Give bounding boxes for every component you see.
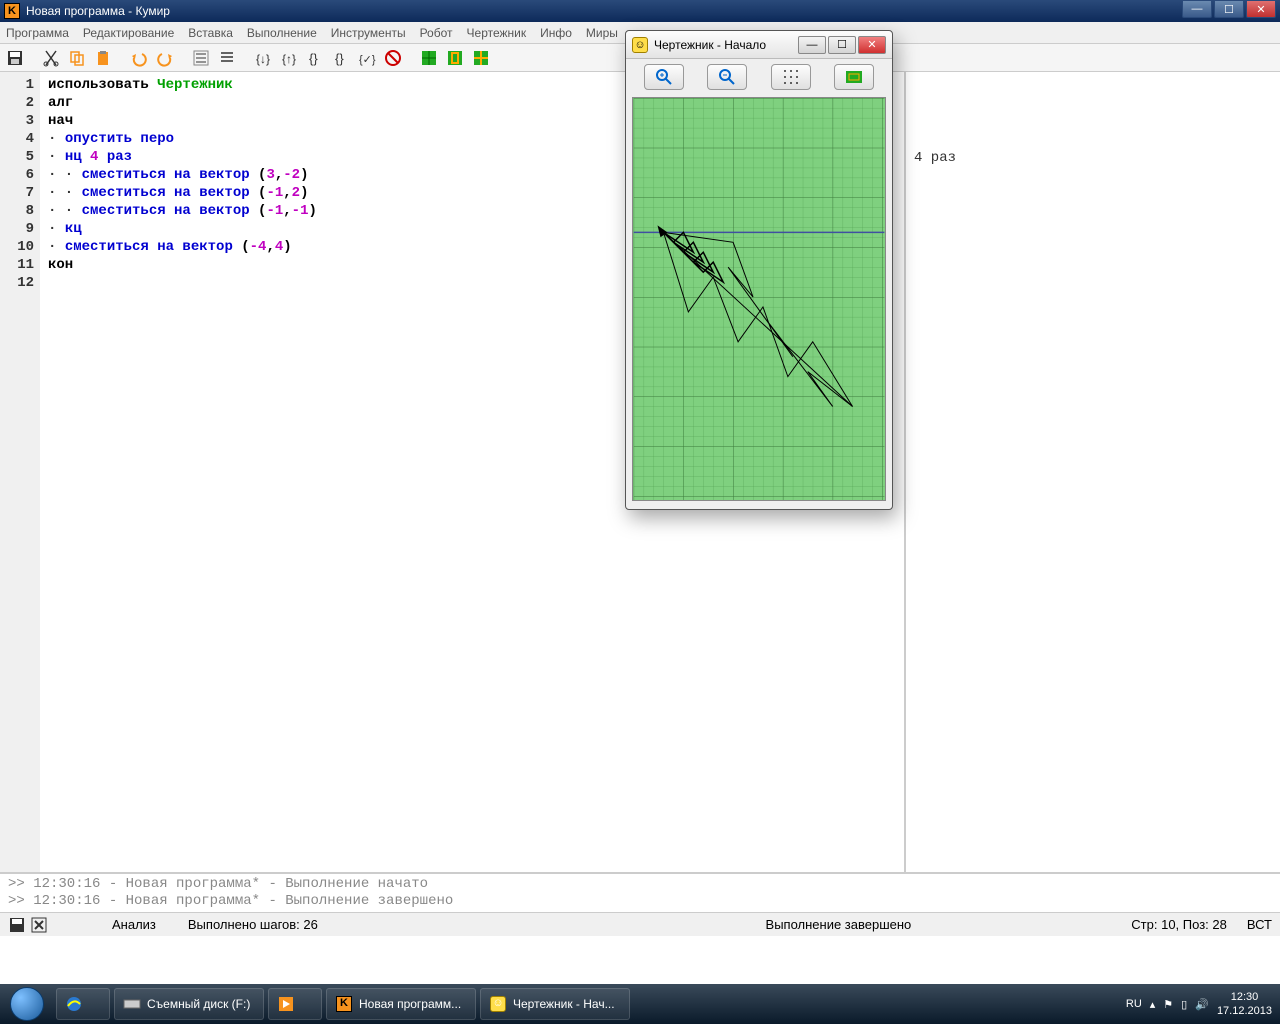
svg-text:{✓}: {✓} — [359, 54, 376, 66]
menu-info[interactable]: Инфо — [540, 26, 572, 40]
menu-drafter[interactable]: Чертежник — [467, 26, 527, 40]
drafter-toolbar — [626, 59, 892, 95]
status-insert: ВСТ — [1247, 917, 1272, 932]
minimize-button[interactable]: — — [1182, 0, 1212, 18]
zoom-in-icon[interactable] — [644, 64, 684, 90]
side-panel: 4 раз — [906, 72, 1280, 872]
grid-quad-icon[interactable] — [470, 47, 492, 69]
status-save-icon[interactable] — [8, 916, 26, 934]
menu-edit[interactable]: Редактирование — [83, 26, 174, 40]
task-drafter[interactable]: ☺ Чертежник - Нач... — [480, 988, 630, 1020]
svg-text:{}: {} — [335, 51, 344, 66]
save-icon[interactable] — [4, 47, 26, 69]
stop-icon[interactable] — [382, 47, 404, 69]
drafter-titlebar[interactable]: ☺ Чертежник - Начало — ☐ ✕ — [626, 31, 892, 59]
grid-dots-icon[interactable] — [771, 64, 811, 90]
menu-worlds[interactable]: Миры — [586, 26, 618, 40]
zoom-out-icon[interactable] — [707, 64, 747, 90]
grid-green-icon[interactable] — [418, 47, 440, 69]
system-tray: RU ▴ ⚑ ▯ 🔊 12:30 17.12.2013 — [1118, 990, 1280, 1018]
drafter-close-button[interactable]: ✕ — [858, 36, 886, 54]
statusbar: Анализ Выполнено шагов: 26 Выполнение за… — [0, 912, 1280, 936]
start-button[interactable] — [0, 984, 54, 1024]
window-title: Новая программа - Кумир — [26, 4, 170, 18]
status-analysis: Анализ — [112, 917, 156, 932]
run-alt-icon[interactable]: {} — [330, 47, 352, 69]
drafter-icon: ☺ — [632, 37, 648, 53]
close-button[interactable]: ✕ — [1246, 0, 1276, 18]
task-removable-disk[interactable]: Съемный диск (F:) — [114, 988, 264, 1020]
algorithm-icon[interactable] — [190, 47, 212, 69]
menu-tools[interactable]: Инструменты — [331, 26, 406, 40]
side-output: 4 раз — [914, 150, 1272, 166]
step-out-icon[interactable]: {↑} — [278, 47, 300, 69]
fit-view-icon[interactable] — [834, 64, 874, 90]
status-cursor: Стр: 10, Поз: 28 — [1131, 917, 1227, 932]
cut-icon[interactable] — [40, 47, 62, 69]
drafter-maximize-button[interactable]: ☐ — [828, 36, 856, 54]
copy-icon[interactable] — [66, 47, 88, 69]
run-icon[interactable]: {} — [304, 47, 326, 69]
check-brackets-icon[interactable]: {✓} — [356, 47, 378, 69]
step-in-icon[interactable]: {↓} — [252, 47, 274, 69]
grid-frame-icon[interactable] — [444, 47, 466, 69]
svg-text:{}: {} — [309, 51, 318, 66]
drive-icon — [123, 995, 141, 1013]
tray-lang[interactable]: RU — [1126, 998, 1142, 1010]
drafter-task-icon: ☺ — [489, 995, 507, 1013]
menu-robot[interactable]: Робот — [420, 26, 453, 40]
line-gutter: 123456789101112 — [0, 72, 40, 872]
svg-text:{↓}: {↓} — [256, 52, 270, 66]
drafter-canvas[interactable] — [632, 97, 886, 501]
menu-insert[interactable]: Вставка — [188, 26, 233, 40]
task-media[interactable] — [268, 988, 322, 1020]
tray-battery-icon[interactable]: ▯ — [1181, 998, 1187, 1011]
window-titlebar: K Новая программа - Кумир — ☐ ✕ — [0, 0, 1280, 22]
drafter-window[interactable]: ☺ Чертежник - Начало — ☐ ✕ — [625, 30, 893, 510]
undo-icon[interactable] — [128, 47, 150, 69]
task-ie[interactable] — [56, 988, 110, 1020]
status-steps: Выполнено шагов: 26 — [188, 917, 318, 932]
windows-orb-icon — [10, 987, 44, 1021]
drafter-minimize-button[interactable]: — — [798, 36, 826, 54]
paste-icon[interactable] — [92, 47, 114, 69]
tray-sound-icon[interactable]: 🔊 — [1195, 998, 1209, 1011]
windows-taskbar: Съемный диск (F:) K Новая программ... ☺ … — [0, 984, 1280, 1024]
svg-text:{↑}: {↑} — [282, 52, 296, 66]
task-kumir[interactable]: K Новая программ... — [326, 988, 476, 1020]
app-icon: K — [4, 3, 20, 19]
redo-icon[interactable] — [154, 47, 176, 69]
output-console: >> 12:30:16 - Новая программа* - Выполне… — [0, 872, 1280, 912]
tray-flag-icon[interactable]: ⚑ — [1163, 998, 1173, 1011]
status-done: Выполнение завершено — [766, 917, 912, 932]
console-line: >> 12:30:16 - Новая программа* - Выполне… — [8, 893, 1272, 910]
console-line: >> 12:30:16 - Новая программа* - Выполне… — [8, 876, 1272, 893]
tray-arrow-icon[interactable]: ▴ — [1150, 998, 1156, 1011]
lines-icon[interactable] — [216, 47, 238, 69]
media-icon — [277, 995, 295, 1013]
kumir-icon: K — [335, 995, 353, 1013]
menu-run[interactable]: Выполнение — [247, 26, 317, 40]
tray-clock[interactable]: 12:30 17.12.2013 — [1217, 990, 1272, 1018]
menu-program[interactable]: Программа — [6, 26, 69, 40]
status-close-icon[interactable] — [30, 916, 48, 934]
ie-icon — [65, 995, 83, 1013]
drafter-title-text: Чертежник - Начало — [654, 38, 766, 52]
maximize-button[interactable]: ☐ — [1214, 0, 1244, 18]
